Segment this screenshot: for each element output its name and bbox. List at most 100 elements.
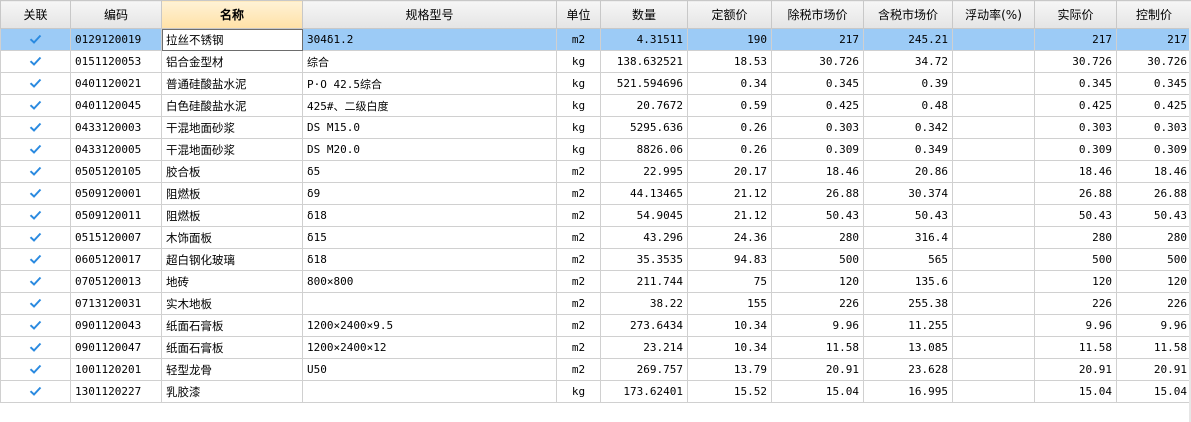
- cell-quota[interactable]: 0.59: [687, 94, 772, 117]
- cell-name[interactable]: 乳胶漆: [161, 380, 303, 403]
- cell-control-price[interactable]: 15.04: [1116, 380, 1191, 403]
- cell-control-price[interactable]: 20.91: [1116, 358, 1191, 381]
- cell-excl-tax-price[interactable]: 15.04: [771, 380, 864, 403]
- cell-name[interactable]: 拉丝不锈钢: [161, 28, 303, 51]
- cell-excl-tax-price[interactable]: 9.96: [771, 314, 864, 337]
- cell-excl-tax-price[interactable]: 120: [771, 270, 864, 293]
- cell-quota[interactable]: 21.12: [687, 204, 772, 227]
- cell-float-rate[interactable]: [952, 358, 1035, 381]
- link-checkbox[interactable]: [0, 336, 71, 359]
- table-row[interactable]: 0401120045 白色硅酸盐水泥 425#、二级白度 kg 20.7672 0.59 0…: [0, 94, 1191, 117]
- cell-spec[interactable]: δ18: [302, 204, 557, 227]
- cell-spec[interactable]: δ15: [302, 226, 557, 249]
- cell-unit[interactable]: m2: [556, 226, 601, 249]
- cell-qty[interactable]: 44.13465: [600, 182, 688, 205]
- cell-float-rate[interactable]: [952, 160, 1035, 183]
- cell-name[interactable]: 纸面石膏板: [161, 314, 303, 337]
- link-checkbox[interactable]: [0, 226, 71, 249]
- cell-actual-price[interactable]: 280: [1034, 226, 1117, 249]
- cell-actual-price[interactable]: 500: [1034, 248, 1117, 271]
- table-row[interactable]: 0509120011 阻燃板 δ18 m2 54.9045 21.12 50.43 50.43…: [0, 204, 1191, 227]
- cell-name[interactable]: 超白钢化玻璃: [161, 248, 303, 271]
- cell-name[interactable]: 阻燃板: [161, 182, 303, 205]
- cell-actual-price[interactable]: 120: [1034, 270, 1117, 293]
- cell-float-rate[interactable]: [952, 336, 1035, 359]
- cell-name[interactable]: 阻燃板: [161, 204, 303, 227]
- cell-float-rate[interactable]: [952, 292, 1035, 315]
- cell-unit[interactable]: kg: [556, 72, 601, 95]
- cell-qty[interactable]: 4.31511: [600, 28, 688, 51]
- cell-name[interactable]: 铝合金型材: [161, 50, 303, 73]
- cell-float-rate[interactable]: [952, 182, 1035, 205]
- cell-code[interactable]: 0509120001: [70, 182, 162, 205]
- cell-unit[interactable]: m2: [556, 358, 601, 381]
- cell-control-price[interactable]: 500: [1116, 248, 1191, 271]
- cell-excl-tax-price[interactable]: 226: [771, 292, 864, 315]
- cell-incl-tax-price[interactable]: 255.38: [863, 292, 953, 315]
- cell-float-rate[interactable]: [952, 248, 1035, 271]
- cell-name[interactable]: 轻型龙骨: [161, 358, 303, 381]
- cell-spec[interactable]: 304δ1.2: [302, 28, 557, 51]
- cell-unit[interactable]: kg: [556, 116, 601, 139]
- cell-float-rate[interactable]: [952, 270, 1035, 293]
- cell-excl-tax-price[interactable]: 50.43: [771, 204, 864, 227]
- cell-actual-price[interactable]: 11.58: [1034, 336, 1117, 359]
- cell-actual-price[interactable]: 20.91: [1034, 358, 1117, 381]
- cell-code[interactable]: 0505120105: [70, 160, 162, 183]
- cell-float-rate[interactable]: [952, 116, 1035, 139]
- cell-excl-tax-price[interactable]: 18.46: [771, 160, 864, 183]
- link-checkbox[interactable]: [0, 380, 71, 403]
- column-header-code[interactable]: 编码: [70, 0, 162, 29]
- cell-float-rate[interactable]: [952, 94, 1035, 117]
- column-header-link[interactable]: 关联: [0, 0, 71, 29]
- cell-float-rate[interactable]: [952, 72, 1035, 95]
- table-row[interactable]: 0433120005 干混地面砂浆 DS M20.0 kg 8826.06 0.26 0.3…: [0, 138, 1191, 161]
- cell-quota[interactable]: 0.34: [687, 72, 772, 95]
- cell-unit[interactable]: kg: [556, 138, 601, 161]
- cell-quota[interactable]: 15.52: [687, 380, 772, 403]
- cell-spec[interactable]: δ5: [302, 160, 557, 183]
- cell-qty[interactable]: 5295.636: [600, 116, 688, 139]
- cell-qty[interactable]: 173.62401: [600, 380, 688, 403]
- link-checkbox[interactable]: [0, 270, 71, 293]
- cell-incl-tax-price[interactable]: 245.21: [863, 28, 953, 51]
- link-checkbox[interactable]: [0, 28, 71, 51]
- cell-quota[interactable]: 190: [687, 28, 772, 51]
- table-row[interactable]: 0401120021 普通硅酸盐水泥 P·O 42.5综合 kg 521.594696 0…: [0, 72, 1191, 95]
- link-checkbox[interactable]: [0, 72, 71, 95]
- cell-incl-tax-price[interactable]: 34.72: [863, 50, 953, 73]
- cell-quota[interactable]: 24.36: [687, 226, 772, 249]
- cell-qty[interactable]: 211.744: [600, 270, 688, 293]
- cell-code[interactable]: 0901120043: [70, 314, 162, 337]
- cell-unit[interactable]: kg: [556, 380, 601, 403]
- link-checkbox[interactable]: [0, 204, 71, 227]
- cell-control-price[interactable]: 0.309: [1116, 138, 1191, 161]
- cell-float-rate[interactable]: [952, 314, 1035, 337]
- link-checkbox[interactable]: [0, 94, 71, 117]
- cell-actual-price[interactable]: 217: [1034, 28, 1117, 51]
- link-checkbox[interactable]: [0, 116, 71, 139]
- link-checkbox[interactable]: [0, 248, 71, 271]
- cell-name[interactable]: 普通硅酸盐水泥: [161, 72, 303, 95]
- cell-unit[interactable]: m2: [556, 336, 601, 359]
- link-checkbox[interactable]: [0, 138, 71, 161]
- cell-code[interactable]: 0713120031: [70, 292, 162, 315]
- cell-incl-tax-price[interactable]: 0.349: [863, 138, 953, 161]
- cell-code[interactable]: 0401120021: [70, 72, 162, 95]
- cell-excl-tax-price[interactable]: 0.309: [771, 138, 864, 161]
- cell-unit[interactable]: m2: [556, 314, 601, 337]
- cell-spec[interactable]: DS M15.0: [302, 116, 557, 139]
- cell-quota[interactable]: 10.34: [687, 336, 772, 359]
- cell-control-price[interactable]: 18.46: [1116, 160, 1191, 183]
- cell-name[interactable]: 干混地面砂浆: [161, 116, 303, 139]
- cell-qty[interactable]: 38.22: [600, 292, 688, 315]
- cell-quota[interactable]: 10.34: [687, 314, 772, 337]
- cell-control-price[interactable]: 11.58: [1116, 336, 1191, 359]
- table-row[interactable]: 1301120227 乳胶漆 kg 173.62401 15.52 15.04 16.995…: [0, 380, 1191, 403]
- table-row[interactable]: 0901120043 纸面石膏板 1200×2400×9.5 m2 273.6434 10…: [0, 314, 1191, 337]
- cell-unit[interactable]: m2: [556, 270, 601, 293]
- cell-spec[interactable]: δ18: [302, 248, 557, 271]
- cell-incl-tax-price[interactable]: 0.39: [863, 72, 953, 95]
- cell-actual-price[interactable]: 26.88: [1034, 182, 1117, 205]
- cell-name[interactable]: 实木地板: [161, 292, 303, 315]
